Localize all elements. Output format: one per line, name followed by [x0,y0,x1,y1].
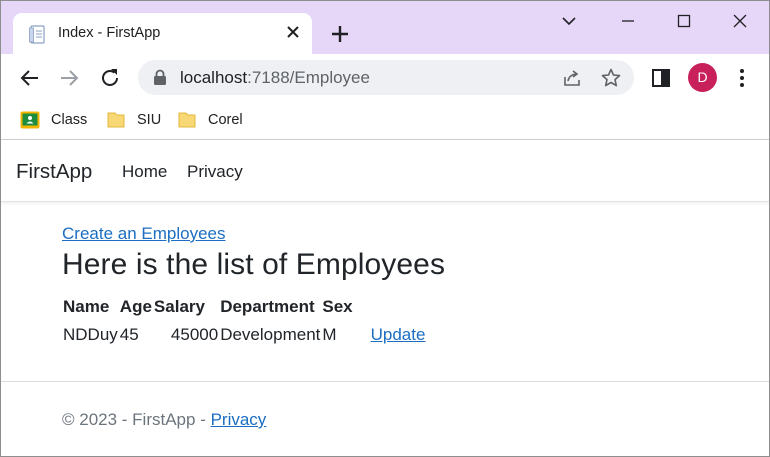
employee-table: Name Age Salary Department Sex NDDuy 45 … [62,294,426,350]
bookmark-siu[interactable]: SIU [106,108,161,132]
address-bar[interactable]: localhost:7188/Employee [138,60,634,95]
url-host: localhost [180,68,248,87]
more-menu-icon[interactable] [731,66,753,90]
update-link[interactable]: Update [371,325,426,344]
url-path: :7188/Employee [247,68,370,87]
tab-strip: Index - FirstApp [1,1,769,55]
bookmark-corel[interactable]: Corel [177,108,243,132]
bookmark-label: Corel [208,112,243,128]
browser-tab[interactable]: Index - FirstApp [13,13,312,55]
web-page: FirstApp Home Privacy Create an Employee… [1,140,769,456]
column-header-action [354,294,427,320]
create-employee-link[interactable]: Create an Employees [62,224,225,244]
side-panel-icon[interactable] [649,66,673,90]
column-header-sex: Sex [322,297,353,316]
cell-sex: M [322,325,337,344]
url-text[interactable]: localhost:7188/Employee [180,68,370,88]
column-header-salary: Salary [153,297,205,316]
page-heading: Here is the list of Employees [62,248,446,281]
site-navbar: FirstApp Home Privacy [1,140,769,202]
column-header-department: Department [220,297,315,316]
nav-home-link[interactable]: Home [122,162,167,182]
forward-arrow-icon[interactable] [56,65,82,91]
back-arrow-icon[interactable] [17,65,43,91]
table-header-row: Name Age Salary Department Sex [62,294,426,320]
cell-age: 45 [119,325,139,344]
cell-department: Development [220,325,321,344]
bookmark-star-icon[interactable] [600,67,622,89]
close-tab-icon[interactable] [284,23,302,41]
bookmark-label: SIU [137,112,162,128]
cell-name: NDDuy [63,325,118,344]
maximize-icon[interactable] [673,11,695,31]
tab-search-chevron-icon[interactable] [558,11,580,31]
footer-privacy-link[interactable]: Privacy [211,410,267,429]
minimize-icon[interactable] [617,11,639,31]
bookmark-class[interactable]: Class [20,108,87,132]
tab-title: Index - FirstApp [58,25,161,41]
footer-copyright: © 2023 - FirstApp - [62,410,211,429]
footer-divider [1,381,769,382]
reload-icon[interactable] [97,65,123,91]
new-tab-icon[interactable] [327,21,353,47]
navbar-brand[interactable]: FirstApp [16,160,92,184]
profile-avatar[interactable]: D [688,63,717,92]
folder-icon [178,112,196,128]
browser-toolbar: localhost:7188/Employee D [1,54,769,102]
classroom-icon [20,111,40,129]
folder-icon [107,112,125,128]
document-icon [29,25,45,44]
table-row: NDDuy 45 45000 Development M Update [62,320,426,350]
lock-icon[interactable] [153,69,167,86]
nav-privacy-link[interactable]: Privacy [187,162,243,182]
browser-window: Index - FirstApp localhost:7188/Employee… [0,0,770,457]
column-header-name: Name [63,297,110,316]
site-footer: © 2023 - FirstApp - Privacy [62,410,266,430]
share-icon[interactable] [561,67,583,89]
column-header-age: Age [119,297,152,316]
close-window-icon[interactable] [729,11,751,31]
bookmarks-bar: Class SIU Corel [1,102,769,140]
cell-salary: 45000 [170,325,219,344]
bookmark-label: Class [51,112,88,128]
cell-action: Update [354,320,427,350]
